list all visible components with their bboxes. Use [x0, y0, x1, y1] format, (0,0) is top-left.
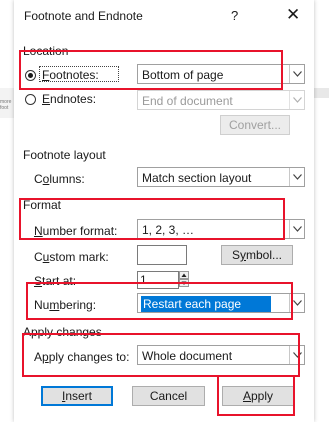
document-background: more foot [0, 88, 14, 118]
numbering-label: Numbering: [34, 298, 97, 312]
endnotes-location-value: End of document [142, 94, 233, 108]
footnotes-radio[interactable] [25, 70, 36, 81]
apply-button[interactable]: Apply [222, 386, 294, 406]
chevron-down-icon [289, 65, 304, 83]
custom-mark-label: Custom mark: [34, 250, 109, 264]
endnotes-location-dropdown[interactable]: End of document [137, 90, 305, 110]
endnotes-label[interactable]: Endnotes: [42, 92, 96, 106]
document-text-fragment: foot [0, 105, 9, 111]
close-icon[interactable]: ✕ [286, 5, 300, 25]
columns-value: Match section layout [142, 171, 252, 185]
start-at-spin-buttons [179, 271, 189, 287]
title-bar: Footnote and Endnote ? ✕ [14, 0, 314, 30]
screenshot: more foot Footnote and Endnote ? ✕ Locat… [0, 0, 329, 422]
insert-button[interactable]: Insert [41, 386, 113, 406]
cancel-button[interactable]: Cancel [132, 386, 205, 406]
symbol-button[interactable]: Symbol... [221, 245, 293, 265]
custom-mark-input[interactable] [137, 245, 187, 265]
columns-dropdown[interactable]: Match section layout [137, 167, 305, 187]
help-button[interactable]: ? [231, 8, 238, 23]
number-format-value: 1, 2, 3, … [142, 223, 195, 237]
chevron-down-icon [289, 91, 304, 109]
columns-label: Columns: [34, 172, 85, 186]
endnotes-radio[interactable] [25, 94, 36, 105]
spin-up-icon[interactable] [179, 271, 189, 279]
number-format-dropdown[interactable]: 1, 2, 3, … [137, 219, 305, 239]
number-format-label: Number format: [34, 224, 118, 238]
start-at-label: Start at: [34, 274, 77, 288]
chevron-down-icon [289, 168, 304, 186]
convert-button[interactable]: Convert... [220, 115, 290, 135]
document-background-right [314, 88, 329, 98]
chevron-down-icon [289, 294, 304, 312]
apply-changes-to-label: Apply changes to: [34, 350, 130, 364]
format-heading: Format [23, 198, 62, 212]
footnotes-location-dropdown[interactable]: Bottom of page [137, 64, 305, 84]
chevron-down-icon [289, 346, 304, 364]
apply-changes-to-value: Whole document [142, 349, 233, 363]
spin-down-icon[interactable] [179, 279, 189, 287]
footnote-layout-heading: Footnote layout [23, 148, 106, 162]
footnotes-label[interactable]: Footnotes: [42, 68, 99, 82]
apply-changes-to-dropdown[interactable]: Whole document [137, 345, 305, 365]
location-heading: Location [23, 44, 69, 58]
numbering-value: Restart each page [141, 296, 272, 312]
start-at-value: 1 [140, 273, 147, 287]
numbering-dropdown[interactable]: Restart each page [137, 293, 305, 313]
dialog-title: Footnote and Endnote [24, 9, 143, 23]
chevron-down-icon [289, 220, 304, 238]
footnote-endnote-dialog: Footnote and Endnote ? ✕ Location Footno… [14, 0, 314, 422]
footnotes-location-value: Bottom of page [142, 68, 224, 82]
apply-changes-heading: Apply changes [23, 325, 102, 339]
start-at-spinner[interactable]: 1 [137, 271, 179, 289]
